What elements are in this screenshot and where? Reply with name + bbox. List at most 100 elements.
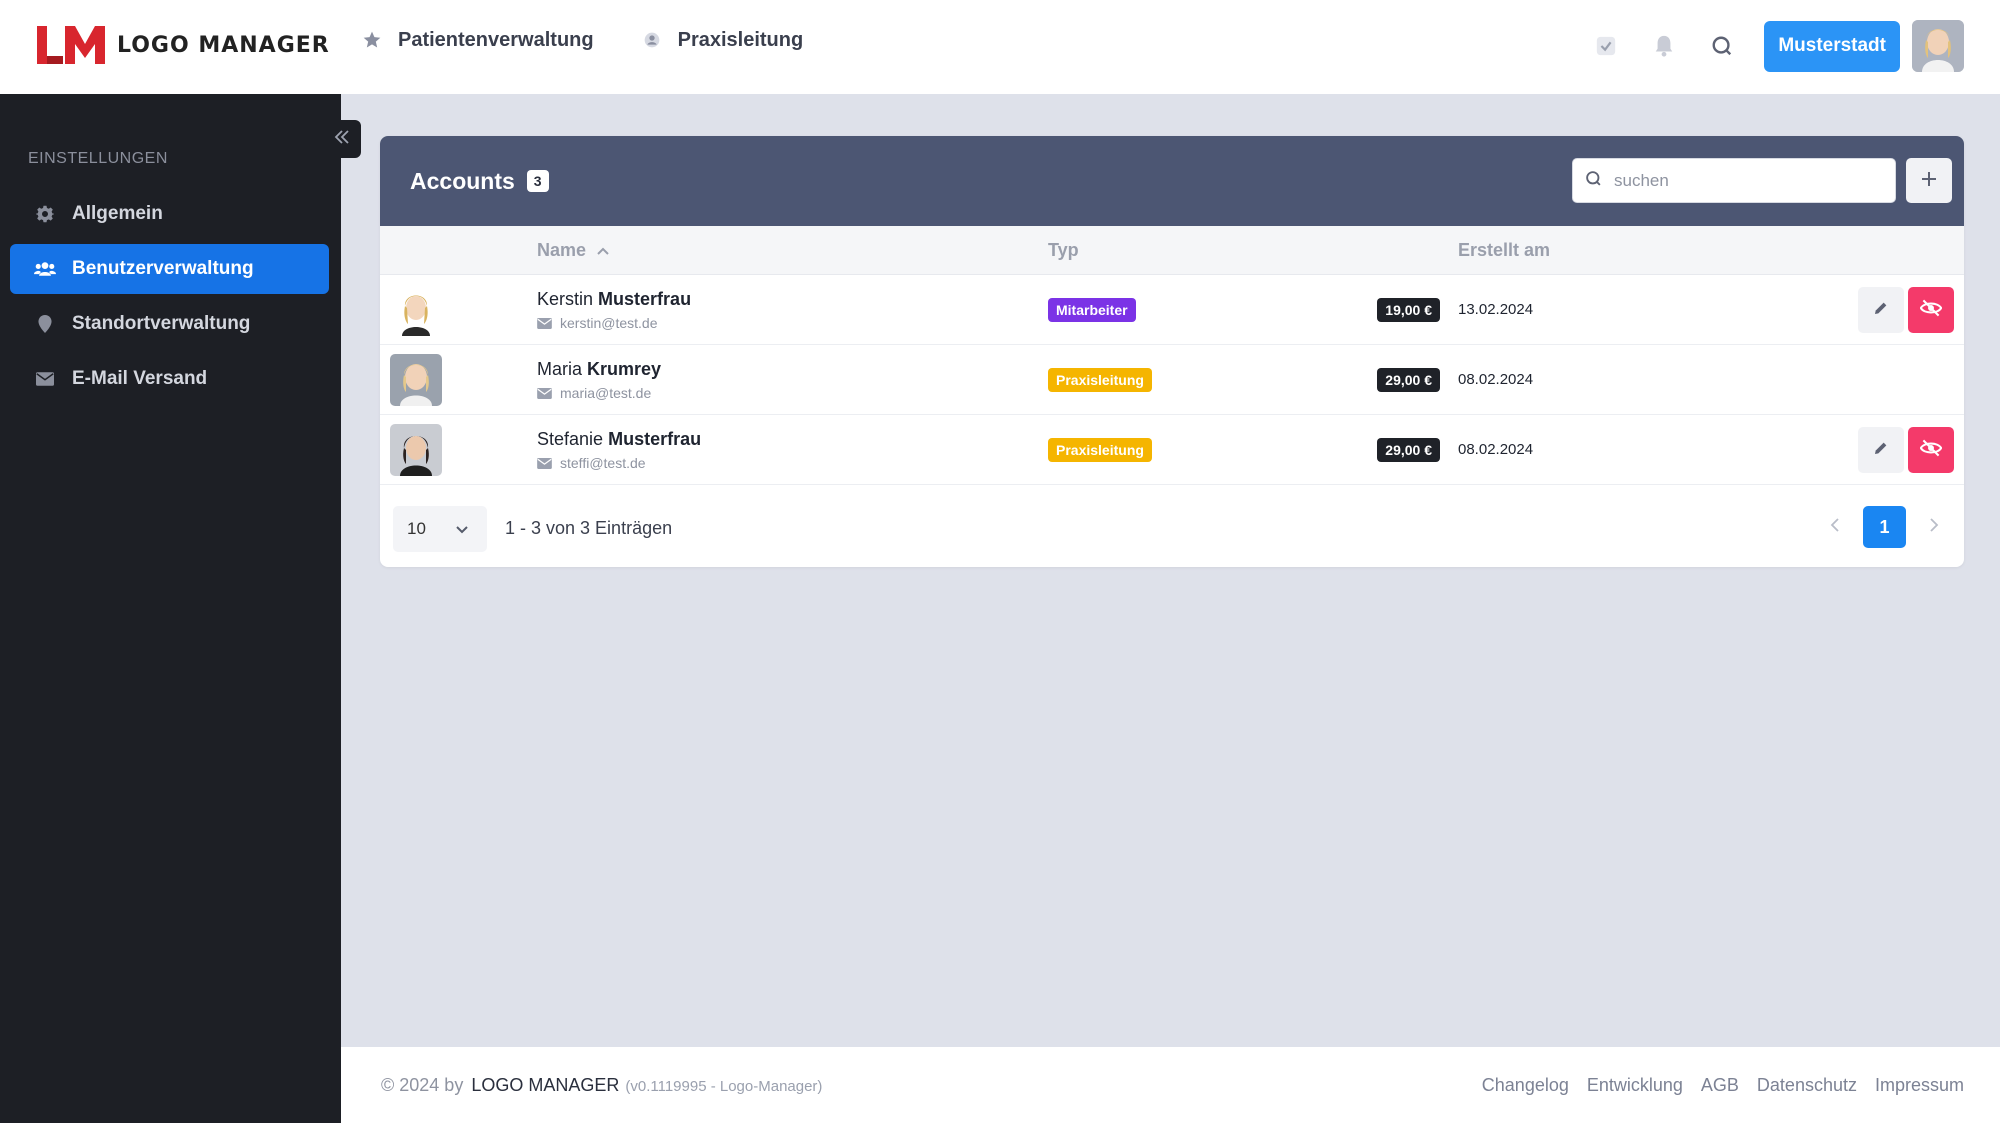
footer-link-changelog[interactable]: Changelog [1482, 1075, 1569, 1096]
account-name: Kerstin Musterfrau [537, 289, 691, 310]
column-header-name[interactable]: Name [537, 240, 610, 261]
previous-page-button[interactable] [1817, 506, 1853, 548]
avatar [390, 424, 442, 476]
nav-praxisleitung[interactable]: Praxisleitung [640, 28, 804, 52]
sidebar-item-label: Allgemein [72, 203, 163, 224]
type-badge: Praxisleitung [1048, 368, 1152, 392]
table-row[interactable]: Stefanie Musterfrau steffi@test.de Praxi… [380, 415, 1964, 485]
account-email: maria@test.de [537, 385, 651, 401]
footer-brand: LOGO MANAGER [471, 1075, 620, 1095]
logo-mark-icon [37, 26, 105, 64]
avatar [390, 284, 442, 336]
nav-label: Patientenverwaltung [398, 28, 594, 51]
add-account-button[interactable] [1906, 158, 1952, 203]
first-name: Kerstin [537, 289, 594, 309]
location-button[interactable]: Musterstadt [1764, 20, 1900, 72]
table-row[interactable]: Maria Krumrey maria@test.de Praxisleitun… [380, 345, 1964, 415]
email-text: maria@test.de [560, 385, 652, 401]
created-date: 08.02.2024 [1458, 371, 1534, 388]
footer-link-datenschutz[interactable]: Datenschutz [1757, 1075, 1857, 1096]
per-page-select[interactable]: 10 [393, 506, 487, 552]
eye-slash-icon [1919, 299, 1943, 322]
account-email: kerstin@test.de [537, 315, 657, 331]
footer-link-entwicklung[interactable]: Entwicklung [1587, 1075, 1683, 1096]
sidebar-item-standortverwaltung[interactable]: Standortverwaltung [10, 299, 329, 349]
range-text: 1 - 3 von 3 Einträgen [505, 518, 673, 538]
hide-button[interactable] [1908, 287, 1954, 333]
envelope-icon [537, 457, 552, 469]
account-email: steffi@test.de [537, 455, 646, 471]
price-badge: 29,00 € [1377, 368, 1440, 392]
sidebar-item-allgemein[interactable]: Allgemein [10, 189, 329, 239]
column-label: Typ [1048, 240, 1079, 260]
created-date: 13.02.2024 [1458, 301, 1534, 318]
accounts-count-badge: 3 [526, 170, 549, 192]
sidebar-item-label: Benutzerverwaltung [72, 258, 254, 279]
top-navigation: Patientenverwaltung Praxisleitung [360, 28, 849, 52]
double-chevron-left-icon [334, 129, 350, 149]
nav-patientenverwaltung[interactable]: Patientenverwaltung [360, 28, 594, 52]
email-text: kerstin@test.de [560, 315, 658, 331]
eye-slash-icon [1919, 439, 1943, 462]
table-row[interactable]: Kerstin Musterfrau kerstin@test.de Mitar… [380, 275, 1964, 345]
chevron-right-icon [1929, 517, 1939, 537]
search-icon[interactable] [1702, 26, 1742, 66]
gear-icon [34, 203, 56, 225]
per-page-value: 10 [407, 519, 426, 538]
checkbox-icon[interactable] [1586, 26, 1626, 66]
copyright-text: © 2024 by [381, 1075, 464, 1095]
map-pin-icon [34, 313, 56, 335]
footer-link-impressum[interactable]: Impressum [1875, 1075, 1964, 1096]
sort-ascending-icon [596, 240, 610, 261]
pagination-bar: 10 1 - 3 von 3 Einträgen 1 [380, 500, 1964, 567]
sidebar: EINSTELLUNGEN Allgemein Benutzerverwaltu… [0, 94, 341, 1123]
hide-button[interactable] [1908, 427, 1954, 473]
sidebar-item-label: E-Mail Versand [72, 368, 208, 389]
search-input[interactable] [1614, 170, 1884, 191]
type-badge: Mitarbeiter [1048, 298, 1136, 322]
last-name: Musterfrau [598, 289, 692, 309]
envelope-icon [537, 317, 552, 329]
price-badge: 29,00 € [1377, 438, 1440, 462]
user-avatar[interactable] [1912, 20, 1964, 72]
sidebar-item-email-versand[interactable]: E-Mail Versand [10, 354, 329, 404]
sidebar-collapse-button[interactable] [323, 120, 361, 158]
chevron-down-icon [455, 520, 469, 540]
edit-button[interactable] [1858, 287, 1904, 333]
sidebar-item-label: Standortverwaltung [72, 313, 251, 334]
table-header: Name Typ Erstellt am [380, 226, 1964, 275]
sidebar-item-benutzerverwaltung[interactable]: Benutzerverwaltung [10, 244, 329, 294]
footer-links: Changelog Entwicklung AGB Datenschutz Im… [1464, 1075, 1964, 1096]
users-icon [34, 258, 56, 280]
first-name: Maria [537, 359, 583, 379]
column-label: Name [537, 240, 587, 260]
envelope-icon [537, 387, 552, 399]
accounts-title: Accounts [410, 167, 515, 194]
next-page-button[interactable] [1916, 506, 1952, 548]
column-header-created[interactable]: Erstellt am [1458, 240, 1550, 261]
top-bar: LOGO MANAGER Patientenverwaltung Praxisl… [0, 0, 2000, 94]
account-name: Maria Krumrey [537, 359, 661, 380]
page-number-button[interactable]: 1 [1863, 506, 1906, 548]
edit-button[interactable] [1858, 427, 1904, 473]
bell-icon[interactable] [1644, 26, 1684, 66]
pager: 1 [1817, 506, 1952, 548]
column-label: Erstellt am [1458, 240, 1551, 260]
footer-link-agb[interactable]: AGB [1701, 1075, 1739, 1096]
accounts-card: Accounts 3 Name Typ Erstellt am [380, 136, 1964, 567]
accounts-search[interactable] [1572, 158, 1896, 203]
price-badge: 19,00 € [1377, 298, 1440, 322]
type-badge: Praxisleitung [1048, 438, 1152, 462]
last-name: Musterfrau [608, 429, 702, 449]
search-icon [1585, 170, 1602, 192]
nav-label: Praxisleitung [677, 28, 804, 51]
column-header-type[interactable]: Typ [1048, 240, 1079, 261]
app-logo[interactable]: LOGO MANAGER [37, 26, 330, 64]
chevron-left-icon [1830, 517, 1840, 537]
top-right-controls: Musterstadt [1586, 20, 1964, 72]
star-icon [360, 28, 384, 52]
page-footer: © 2024 by LOGO MANAGER (v0.1119995 - Log… [341, 1047, 2000, 1123]
sidebar-heading: EINSTELLUNGEN [28, 150, 168, 167]
last-name: Krumrey [587, 359, 662, 379]
copyright: © 2024 by LOGO MANAGER (v0.1119995 - Log… [381, 1075, 822, 1096]
